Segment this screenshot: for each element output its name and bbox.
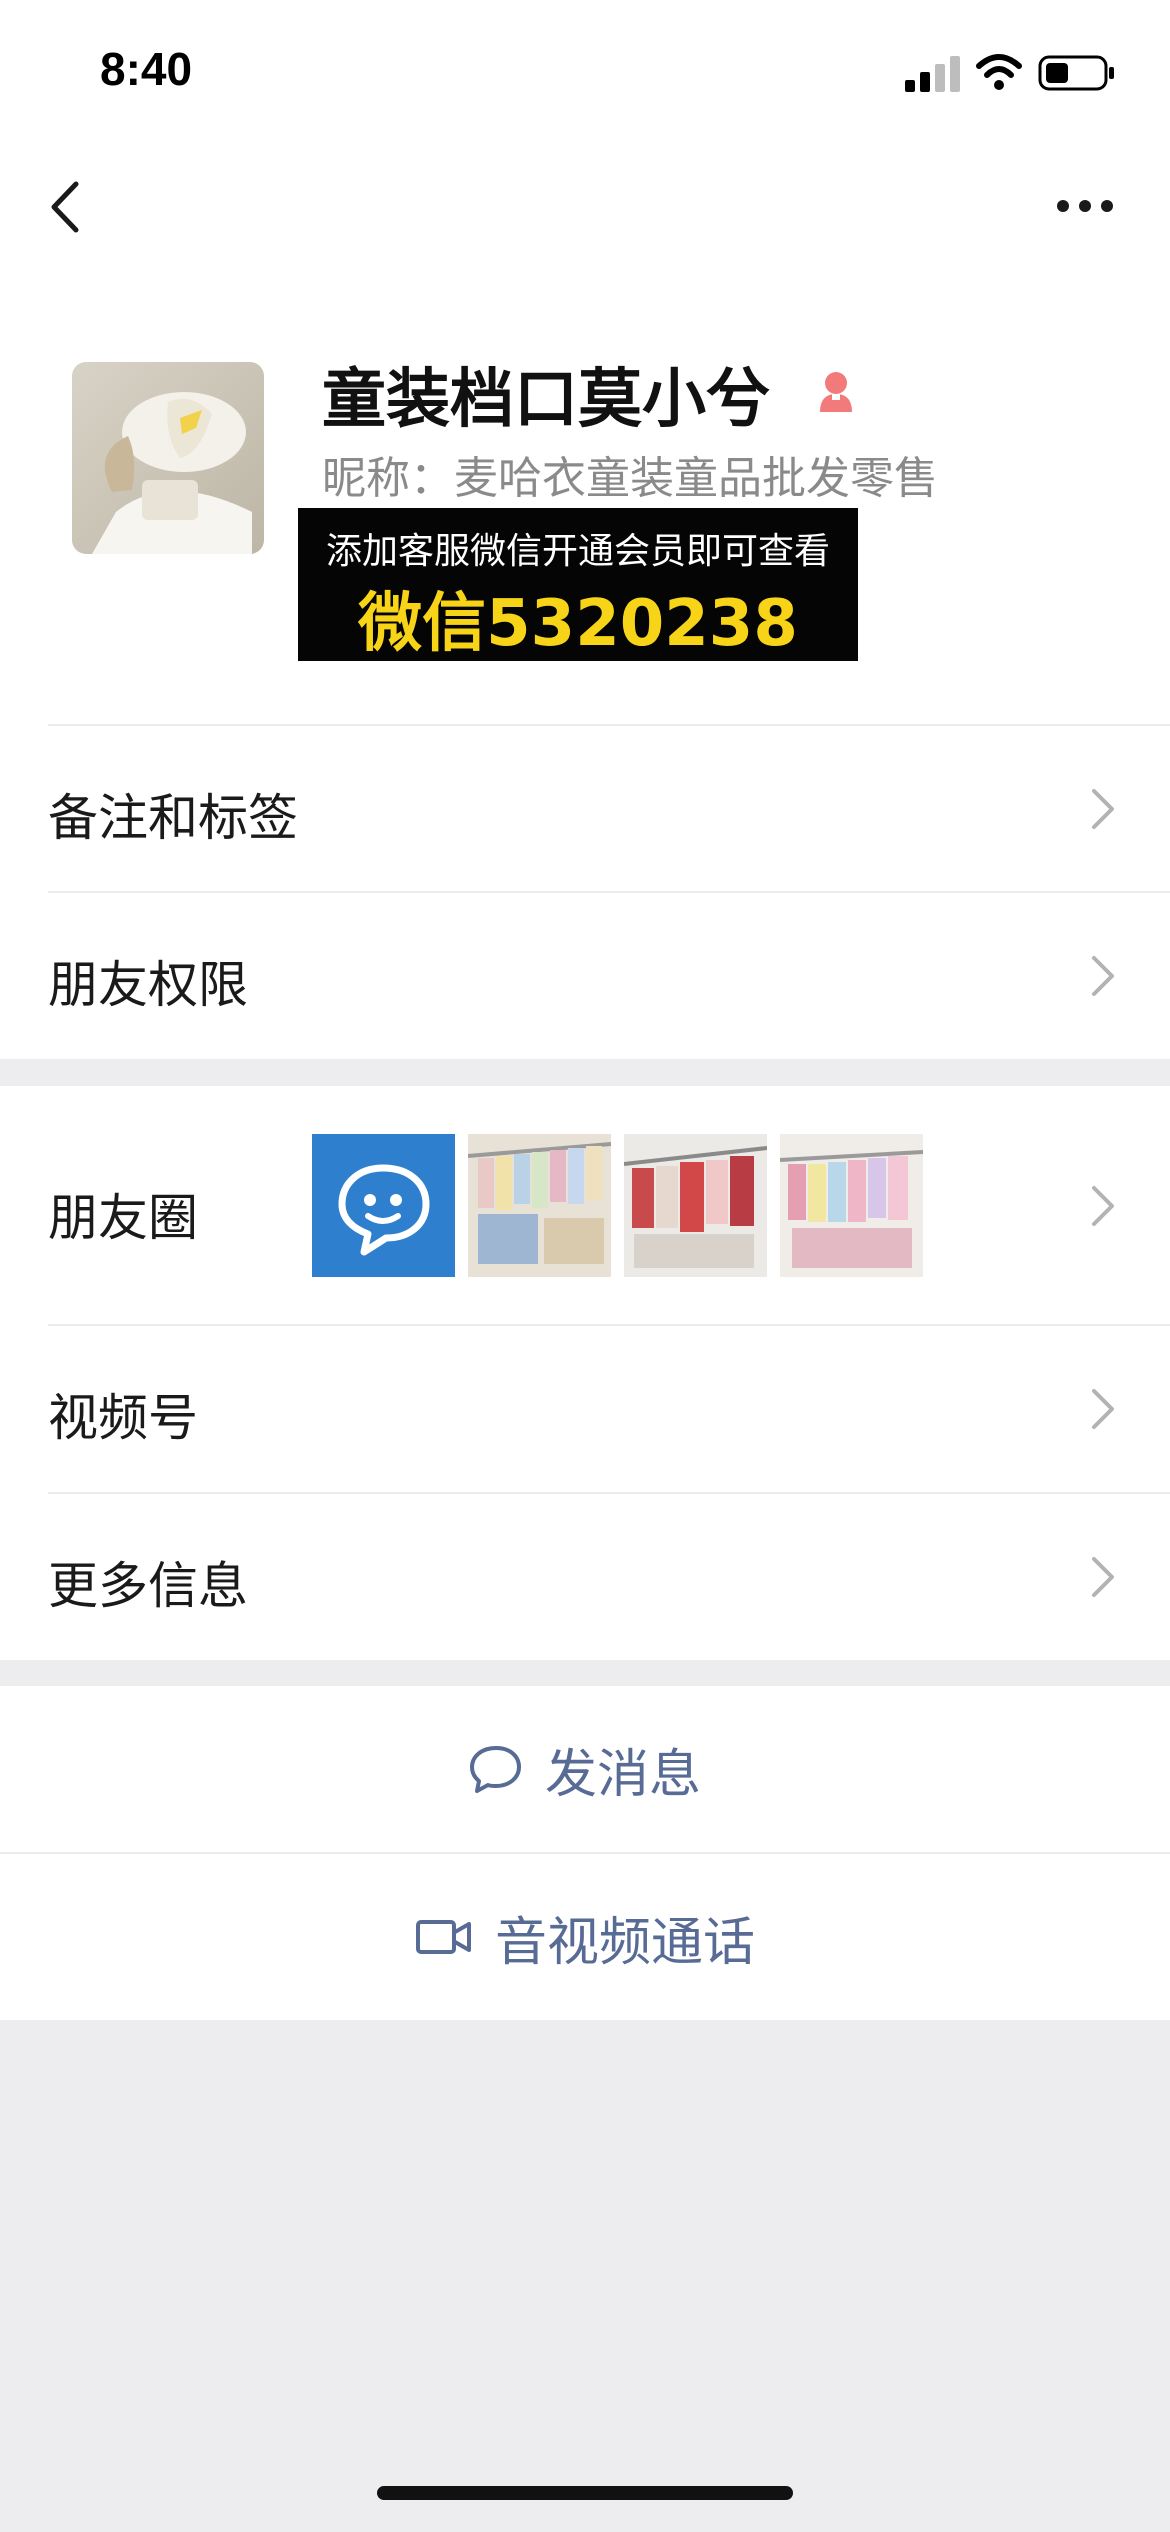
battery-icon [1038, 55, 1114, 91]
chevron-right-icon [1092, 789, 1114, 829]
promo-banner: 添加客服微信开通会员即可查看 微信5320238 [298, 508, 858, 661]
wifi-icon [976, 54, 1022, 90]
avatar[interactable] [72, 362, 264, 554]
chevron-right-icon [1092, 1557, 1114, 1597]
chevron-right-icon [1092, 956, 1114, 996]
row-channels[interactable]: 视频号 [0, 1326, 1170, 1492]
chevron-right-icon [1092, 1186, 1114, 1226]
av-call-label: 音视频通话 [494, 1912, 755, 1973]
send-message-button[interactable]: 发消息 [0, 1686, 1170, 1852]
status-time: 8:40 [100, 43, 193, 95]
row-label: 朋友权限 [48, 956, 248, 1014]
speech-bubble-icon [469, 1746, 521, 1793]
menu-group-2: 朋友圈 视频号 更多信息 [0, 1086, 1170, 1660]
moments-thumbnail [468, 1134, 611, 1277]
home-indicator [377, 2486, 793, 2500]
av-call-button[interactable]: 音视频通话 [0, 1854, 1170, 2020]
profile-header: 童装档口莫小兮 昵称：麦哈衣童装童品批发零售 添加客服微信开通会员即可查看 微信… [0, 270, 1170, 726]
chevron-right-icon [1092, 1389, 1114, 1429]
ellipsis-icon[interactable] [1055, 198, 1115, 214]
row-label: 视频号 [48, 1389, 198, 1447]
moments-thumbnail [780, 1134, 923, 1277]
av-call-content: 音视频通话 [0, 1854, 1170, 2020]
video-camera-icon [415, 1920, 471, 1954]
row-more-info[interactable]: 更多信息 [0, 1494, 1170, 1660]
female-icon [820, 372, 852, 412]
profile-name: 童装档口莫小兮 [322, 363, 770, 437]
moments-thumbnails [312, 1134, 932, 1277]
menu-group-1: 备注和标签 朋友权限 [0, 726, 1170, 1059]
row-label: 更多信息 [48, 1557, 248, 1615]
contact-profile-page: 8:40 童装档口莫小兮 昵称：麦哈衣童装童品批发零售 添加客服微信开通会员即可… [0, 0, 1170, 2532]
row-friend-permissions[interactable]: 朋友权限 [0, 893, 1170, 1059]
promo-wechat-id: 微信5320238 [358, 587, 798, 661]
row-remarks-tags[interactable]: 备注和标签 [0, 726, 1170, 892]
row-label: 朋友圈 [48, 1189, 198, 1247]
chevron-left-icon[interactable] [44, 176, 84, 238]
nav-bar [0, 150, 1170, 270]
moments-thumbnail [312, 1134, 455, 1277]
moments-thumbnail [624, 1134, 767, 1277]
promo-line1: 添加客服微信开通会员即可查看 [325, 531, 830, 572]
send-message-label: 发消息 [544, 1744, 701, 1805]
signal-icon [905, 56, 960, 92]
row-moments[interactable]: 朋友圈 [0, 1086, 1170, 1326]
send-message-content: 发消息 [0, 1686, 1170, 1852]
row-label: 备注和标签 [48, 789, 298, 847]
status-bar: 8:40 [0, 0, 1170, 150]
chat-bubble-icon [338, 1164, 430, 1256]
nickname: 昵称：麦哈衣童装童品批发零售 [322, 453, 938, 504]
